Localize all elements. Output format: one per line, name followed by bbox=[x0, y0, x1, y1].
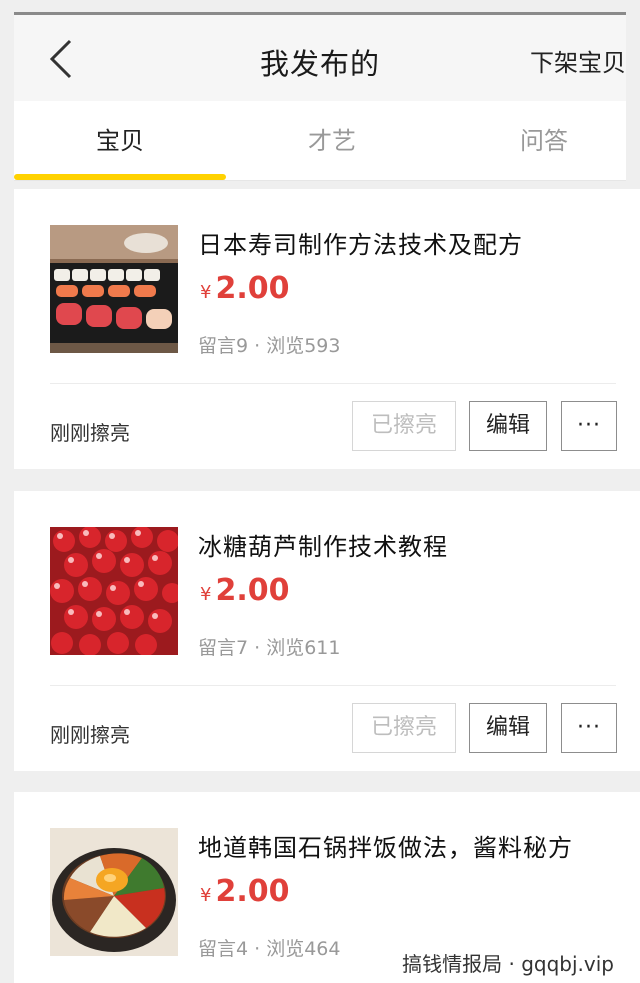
item-stats: 留言7 · 浏览611 bbox=[198, 637, 341, 659]
tab-qa[interactable]: 问答 bbox=[438, 121, 640, 156]
tab-talents[interactable]: 才艺 bbox=[226, 121, 438, 156]
price-value: 2.00 bbox=[215, 573, 290, 608]
item-price: ¥2.00 bbox=[200, 874, 289, 909]
price-value: 2.00 bbox=[215, 271, 290, 306]
active-tab-indicator bbox=[14, 174, 226, 180]
item-price: ¥2.00 bbox=[200, 271, 289, 306]
list-item[interactable]: 日本寿司制作方法技术及配方 ¥2.00 留言9 · 浏览593 刚刚擦亮 已擦亮… bbox=[14, 189, 640, 469]
polish-status: 刚刚擦亮 bbox=[50, 421, 130, 445]
more-button[interactable]: ··· bbox=[561, 401, 617, 451]
currency-symbol: ¥ bbox=[200, 885, 212, 906]
tab-bar: 宝贝 才艺 问答 bbox=[14, 101, 626, 181]
edit-button[interactable]: 编辑 bbox=[469, 703, 547, 753]
edit-button[interactable]: 编辑 bbox=[469, 401, 547, 451]
item-title[interactable]: 日本寿司制作方法技术及配方 bbox=[198, 225, 523, 260]
polished-button[interactable]: 已擦亮 bbox=[352, 401, 456, 451]
item-title[interactable]: 地道韩国石锅拌饭做法，酱料秘方 bbox=[198, 828, 573, 863]
tab-items[interactable]: 宝贝 bbox=[14, 121, 226, 156]
price-value: 2.00 bbox=[215, 874, 290, 909]
sushi-image bbox=[50, 225, 178, 353]
currency-symbol: ¥ bbox=[200, 584, 212, 605]
delist-button[interactable]: 下架宝贝 bbox=[530, 43, 626, 78]
more-button[interactable]: ··· bbox=[561, 703, 617, 753]
item-price: ¥2.00 bbox=[200, 573, 289, 608]
tanghulu-image bbox=[50, 527, 178, 655]
currency-symbol: ¥ bbox=[200, 282, 212, 303]
bibimbap-image bbox=[50, 828, 178, 956]
watermark: 搞钱情报局 · gqqbj.vip bbox=[396, 946, 620, 979]
item-stats: 留言9 · 浏览593 bbox=[198, 335, 341, 357]
nav-header: 我发布的 下架宝贝 bbox=[14, 15, 626, 101]
item-title[interactable]: 冰糖葫芦制作技术教程 bbox=[198, 527, 448, 562]
item-stats: 留言4 · 浏览464 bbox=[198, 938, 341, 960]
list-item[interactable]: 冰糖葫芦制作技术教程 ¥2.00 留言7 · 浏览611 刚刚擦亮 已擦亮 编辑… bbox=[14, 491, 640, 771]
polish-status: 刚刚擦亮 bbox=[50, 723, 130, 747]
divider bbox=[50, 383, 616, 384]
divider bbox=[50, 685, 616, 686]
polished-button[interactable]: 已擦亮 bbox=[352, 703, 456, 753]
